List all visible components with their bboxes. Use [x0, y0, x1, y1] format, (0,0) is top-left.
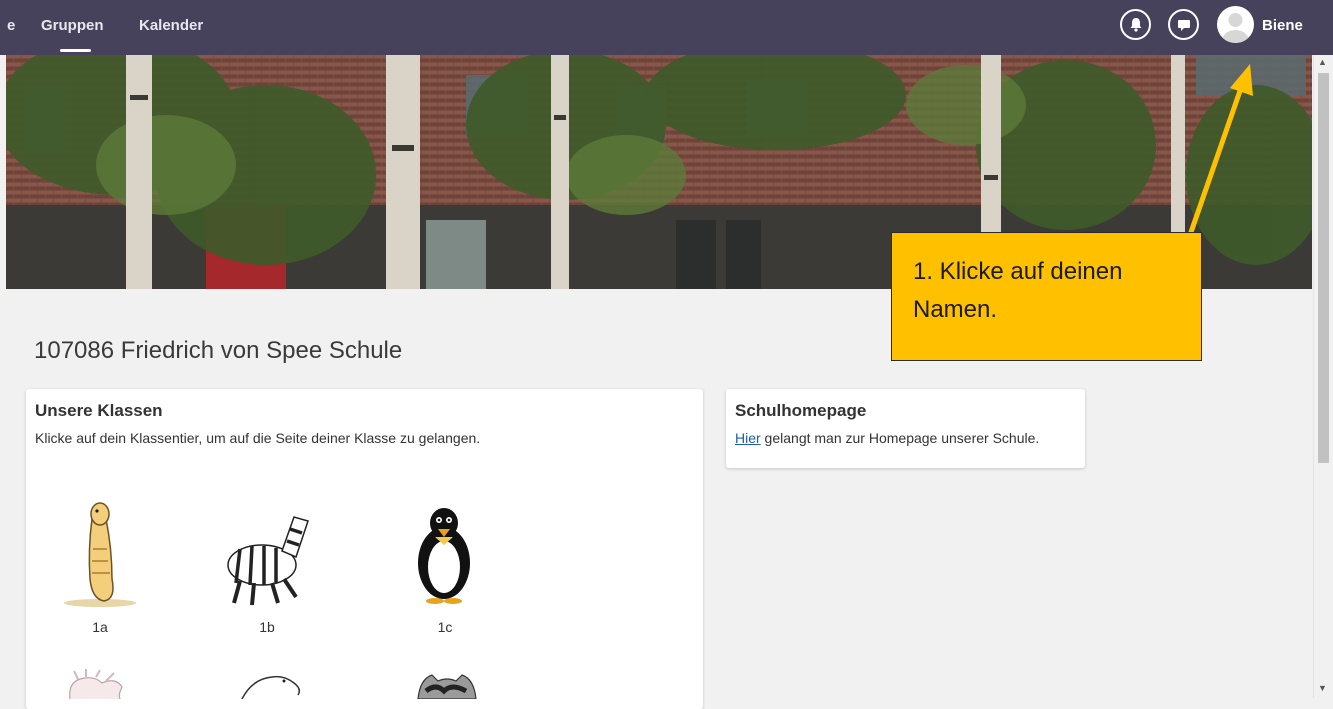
homepage-card-title: Schulhomepage: [735, 401, 867, 420]
class-1a-label[interactable]: 1a: [70, 619, 130, 635]
user-avatar[interactable]: [1217, 6, 1254, 43]
meerkat-icon: [64, 502, 136, 607]
class-1b-zebra-image[interactable]: [212, 499, 322, 611]
homepage-card: Schulhomepage Hier gelangt man zur Homep…: [726, 389, 1085, 468]
axolotl-icon: [69, 669, 123, 700]
classes-card-description: Klicke auf dein Klassentier, um auf die …: [35, 430, 481, 446]
class-1c-label[interactable]: 1c: [415, 619, 475, 635]
scroll-down-icon[interactable]: ▼: [1318, 683, 1327, 693]
page-scrollbar[interactable]: ▲ ▼: [1313, 55, 1333, 698]
page-title: 107086 Friedrich von Spee Schule: [34, 337, 403, 364]
top-navigation-bar: e Gruppen Kalender Biene: [0, 0, 1333, 55]
nav-active-indicator: [60, 49, 91, 52]
bell-icon: [1130, 18, 1141, 32]
instruction-callout: 1. Klicke auf deinen Namen.: [891, 232, 1202, 361]
beaver-image[interactable]: [222, 669, 312, 700]
notifications-button[interactable]: [1120, 9, 1151, 40]
classes-card: Unsere Klassen Klicke auf dein Klassenti…: [26, 389, 703, 709]
homepage-link-description: gelangt man zur Homepage unserer Schule.: [760, 430, 1040, 446]
scroll-up-icon[interactable]: ▲: [1318, 57, 1327, 67]
classes-card-title: Unsere Klassen: [35, 401, 163, 420]
beaver-icon: [241, 675, 301, 700]
instruction-callout-text: 1. Klicke auf deinen Namen.: [913, 258, 1123, 323]
messages-button[interactable]: [1168, 9, 1199, 40]
penguin-icon: [418, 508, 470, 604]
zebra-icon: [227, 516, 309, 606]
scroll-thumb[interactable]: [1318, 73, 1329, 463]
axolotl-image[interactable]: [60, 669, 130, 700]
homepage-link[interactable]: Hier: [735, 430, 761, 446]
user-silhouette-icon: [1222, 13, 1249, 43]
user-name-link[interactable]: Biene: [1262, 17, 1303, 34]
class-1a-meerkat-image[interactable]: [60, 499, 140, 609]
raccoon-image[interactable]: [412, 669, 482, 700]
raccoon-icon: [417, 674, 477, 700]
nav-item-partial[interactable]: e: [7, 17, 15, 34]
chat-bubble-icon: [1177, 19, 1190, 31]
homepage-card-text: Hier gelangt man zur Homepage unserer Sc…: [735, 430, 1039, 446]
nav-item-calendar[interactable]: Kalender: [139, 17, 203, 34]
class-1b-label[interactable]: 1b: [237, 619, 297, 635]
nav-item-groups[interactable]: Gruppen: [41, 17, 104, 34]
class-1c-penguin-image[interactable]: [411, 505, 477, 605]
